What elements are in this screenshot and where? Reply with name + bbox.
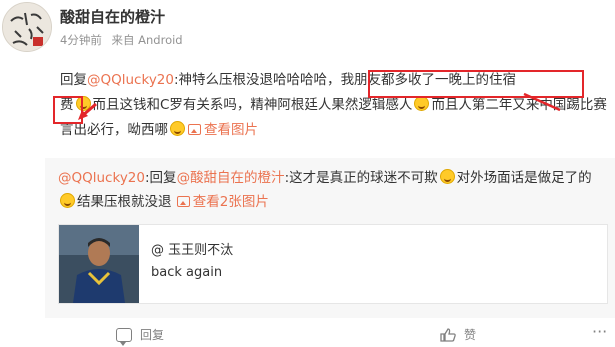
card-subtitle: back again [151, 265, 223, 280]
reply-text: @QQlucky20:回复@酸甜自在的橙汁:这才是真正的球迷不可欺 对外场面话是做… [58, 166, 606, 214]
reply-button[interactable]: 回复 [116, 326, 165, 346]
reply-panel: @QQlucky20:回复@酸甜自在的橙汁:这才是真正的球迷不可欺 对外场面话是做… [45, 158, 615, 318]
image-icon [176, 196, 190, 207]
reply-mention-2[interactable]: @酸甜自在的橙汁 [177, 170, 285, 186]
post-meta: 4分钟前 来自 Android [60, 32, 189, 48]
post-time: 4分钟前 [60, 33, 102, 47]
card-title: @ 玉王则不汰 [151, 243, 234, 258]
reply-text-c: 结果压根就没退 [77, 194, 172, 210]
mention-link[interactable]: @QQlucky20 [87, 72, 174, 88]
comment-icon [116, 327, 132, 346]
comment-text-b: 我朋友都多收了一晚上的住宿 [340, 72, 517, 88]
comment-footer: 回复 赞 ··· [0, 320, 615, 347]
reply-label: 回复 [140, 328, 165, 342]
embedded-card[interactable]: @ 玉王则不汰 back again [58, 224, 608, 304]
post-source: 来自 Android [111, 33, 183, 47]
thumbs-up-icon [440, 327, 456, 342]
arrow-icon [523, 92, 561, 112]
view-2-images-link[interactable]: 查看2张图片 [193, 194, 269, 210]
weibo-comment-page: 酸甜自在的橙汁 4分钟前 来自 Android 回复@QQlucky20:神特么… [0, 0, 615, 347]
view-images-link[interactable]: 查看图片 [204, 122, 258, 138]
more-options-icon[interactable]: ··· [592, 322, 607, 341]
like-button[interactable]: 赞 [440, 326, 476, 343]
card-thumbnail [59, 225, 139, 303]
avatar[interactable] [2, 2, 52, 52]
reply-word: :回复 [145, 170, 177, 186]
laugh-emoji-icon [60, 193, 75, 208]
reply-prefix: 回复 [60, 72, 87, 88]
arrow-icon [78, 102, 97, 120]
comment-text-c: 费 [60, 97, 74, 113]
reply-text-b: 对外场面话是做足了的 [456, 170, 592, 186]
laugh-emoji-icon [414, 96, 430, 111]
like-label: 赞 [464, 328, 477, 342]
username[interactable]: 酸甜自在的橙汁 [60, 6, 165, 27]
laugh-emoji-icon [439, 169, 455, 184]
image-icon [188, 124, 201, 135]
laugh-emoji-icon [170, 121, 185, 136]
comment-text-a: :神特么压根没退哈哈哈哈， [174, 72, 341, 88]
reply-mention[interactable]: @QQlucky20 [58, 170, 145, 186]
comment-text-d: 而且这钱和C罗有关系吗，精神阿根廷人果然逻辑感人 [92, 97, 413, 113]
reply-text-a: :这才是真正的球迷不可欺 [284, 170, 438, 186]
